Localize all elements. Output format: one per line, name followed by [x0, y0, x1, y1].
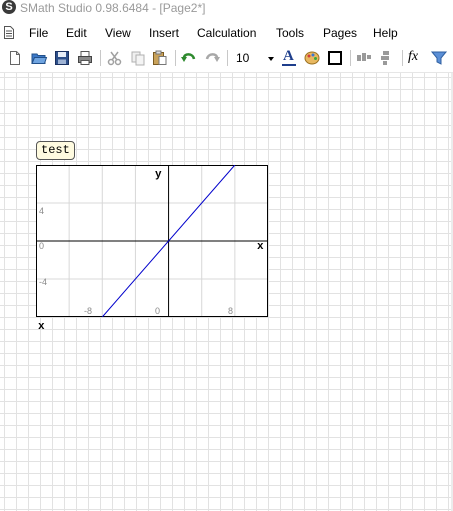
x-tick-label: 0 [155, 306, 161, 316]
font-size-value: 10 [236, 51, 250, 65]
y-axis-label: y [155, 169, 162, 181]
title-bar: S SMath Studio 0.98.6484 - [Page2*] [0, 0, 453, 16]
plot-region[interactable]: y x 4 0 -4 -8 0 8 [36, 164, 268, 318]
window-title: SMath Studio 0.98.6484 - [Page2*] [20, 1, 206, 15]
font-color-letter: A [283, 48, 294, 64]
redo-icon[interactable] [203, 49, 221, 67]
app-logo-icon: S [2, 0, 16, 14]
plot-variable-label: x [38, 321, 45, 333]
fill-color-icon[interactable] [303, 49, 321, 67]
new-icon[interactable] [6, 49, 24, 67]
x-tick-label: 8 [228, 306, 234, 316]
menu-pages[interactable]: Pages [323, 26, 357, 40]
undo-icon[interactable] [180, 49, 198, 67]
x-axis-label: x [257, 241, 264, 253]
function-icon[interactable]: fx [407, 49, 425, 67]
y-tick-label: -4 [39, 277, 48, 287]
region-label[interactable]: test [36, 141, 75, 160]
menu-calculation[interactable]: Calculation [197, 26, 256, 40]
cut-icon[interactable] [106, 49, 124, 67]
toolbar: 10 A fx [0, 46, 453, 70]
x-tick-label: -8 [84, 306, 93, 316]
y-tick-label: 0 [39, 241, 45, 251]
document-icon[interactable] [4, 26, 14, 39]
menu-view[interactable]: View [105, 26, 131, 40]
paste-icon[interactable] [151, 49, 169, 67]
align-vertical-icon[interactable] [378, 49, 396, 67]
menu-edit[interactable]: Edit [66, 26, 87, 40]
menu-file[interactable]: File [29, 26, 48, 40]
copy-icon[interactable] [129, 49, 147, 67]
font-size-select[interactable]: 10 [232, 49, 278, 67]
chevron-down-icon [268, 57, 274, 61]
border-icon[interactable] [326, 49, 344, 67]
font-color-bar [282, 64, 296, 66]
print-icon[interactable] [76, 49, 94, 67]
toolbar-separator [402, 50, 403, 66]
toolbar-separator [100, 50, 101, 66]
filter-icon[interactable] [430, 49, 448, 67]
toolbar-separator [175, 50, 176, 66]
align-horizontal-icon[interactable] [355, 49, 373, 67]
font-color-icon[interactable]: A [280, 48, 298, 67]
menu-bar: File Edit View Insert Calculation Tools … [0, 22, 453, 44]
toolbar-separator [227, 50, 228, 66]
y-tick-label: 4 [39, 206, 45, 216]
plot-svg [36, 164, 268, 318]
toolbar-separator [350, 50, 351, 66]
menu-tools[interactable]: Tools [276, 26, 304, 40]
function-label: fx [408, 49, 419, 64]
menu-help[interactable]: Help [373, 26, 398, 40]
menu-insert[interactable]: Insert [149, 26, 179, 40]
open-icon[interactable] [30, 49, 48, 67]
save-icon[interactable] [53, 49, 71, 67]
